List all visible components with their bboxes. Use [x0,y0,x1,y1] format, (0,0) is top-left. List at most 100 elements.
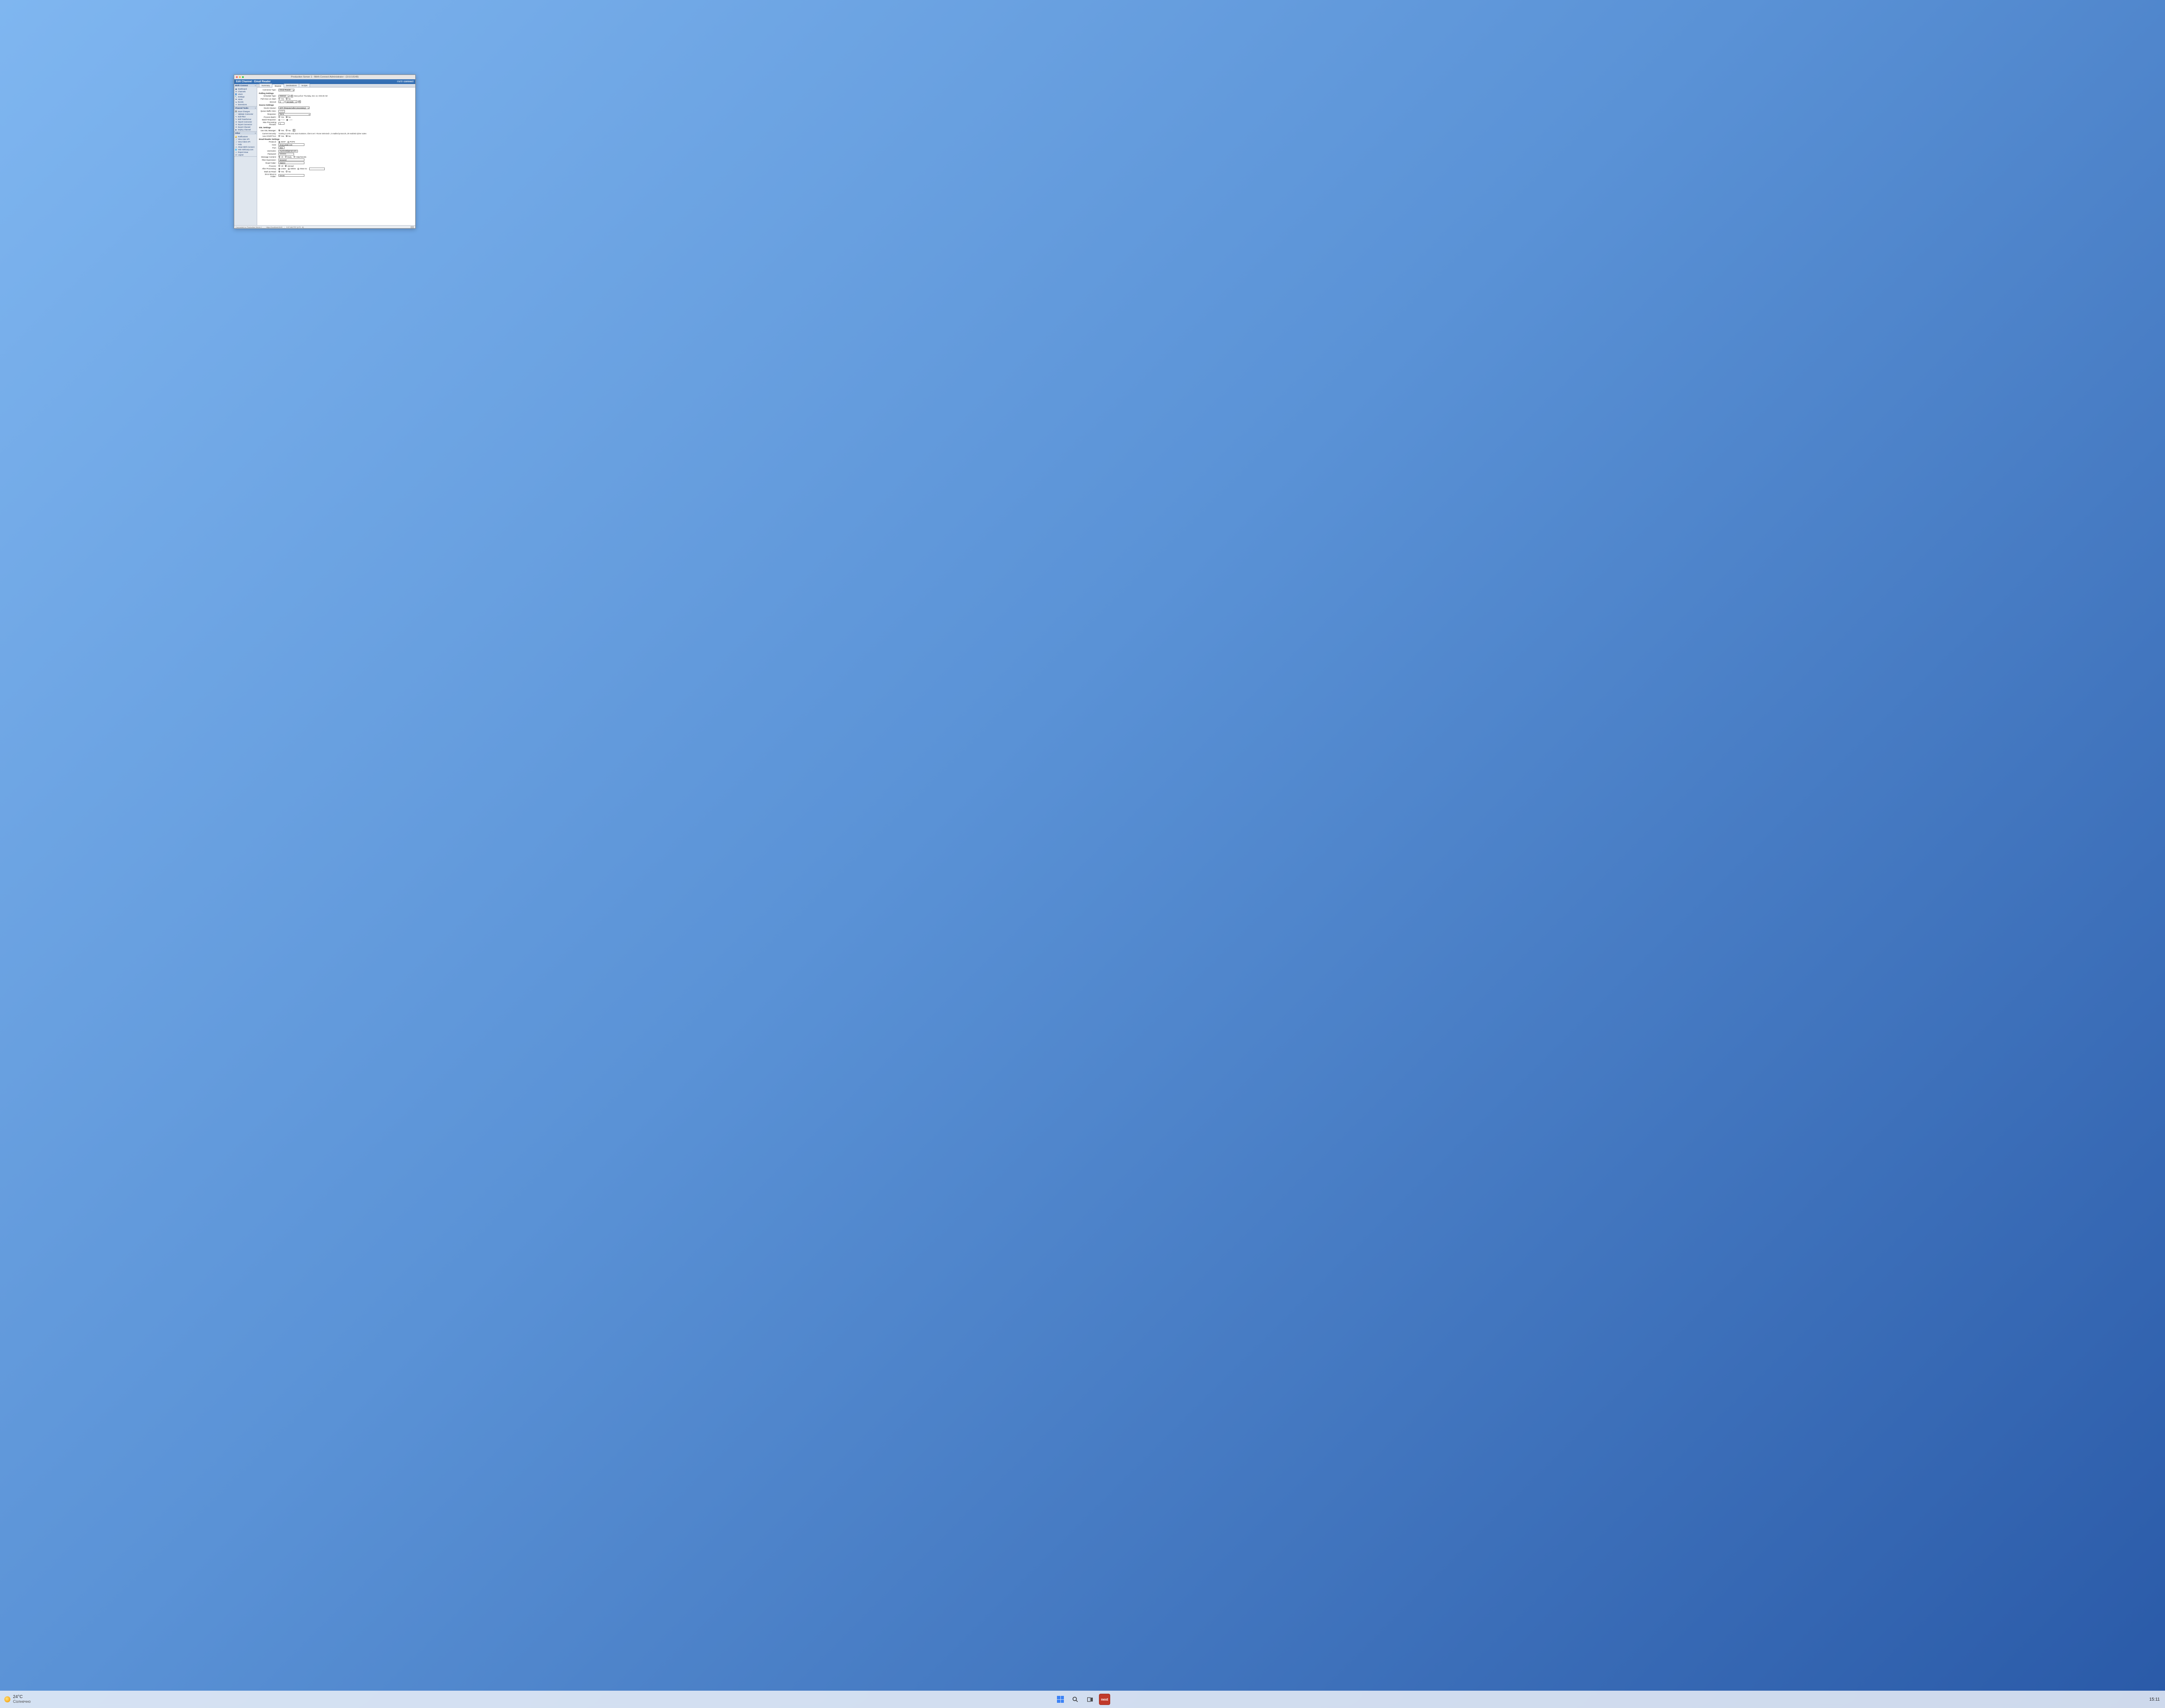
section-heading: SSL Settings [259,126,414,129]
label: Filter Expression: [259,159,277,161]
sidebar-heading: Other [235,132,240,134]
section-heading: Source Settings [259,104,414,107]
deploy-icon: ▶ [235,129,237,131]
content-attach-radio[interactable] [294,156,295,158]
import-icon: ⬇ [235,121,237,123]
tab-source[interactable]: Source [272,84,284,87]
label: Host: [259,144,277,146]
dashboard-icon: ▣ [235,88,237,90]
schedule-type-select[interactable]: Interval [278,95,290,97]
protocol-pop3-radio[interactable] [288,141,289,143]
process-batch-yes-radio[interactable] [278,116,280,118]
collapse-icon[interactable]: « [255,132,256,134]
ssl-manager-yes-radio[interactable] [278,129,280,131]
label: Schedule Type: [259,95,277,97]
events-icon: ≒ [235,101,237,103]
bell-icon: 🔔 [235,136,237,138]
interval-unit-select[interactable]: seconds [285,100,297,103]
label: Current Security: [259,133,277,135]
channels-icon: ☰ [235,91,237,93]
read-folder-input[interactable]: INBOX [278,162,304,164]
search-button[interactable] [1070,1694,1081,1705]
label: After Processing: [259,168,277,170]
poll-once-yes-radio[interactable] [278,98,280,100]
collapse-icon[interactable]: « [255,84,256,87]
sidebar-item-deploy[interactable]: ▶Deploy Channel [234,128,257,131]
starttls-yes-radio[interactable] [278,135,280,137]
users-icon: 👤 [235,93,237,95]
label: Process Batch: [259,116,277,118]
sidebar: Mirth Connect« ▣Dashboard ☰Channels 👤Use… [234,84,257,225]
after-move-radio[interactable] [297,168,299,170]
process-unread-radio[interactable] [285,165,287,167]
taskbar-weather[interactable]: 24°C Солнечно [0,1695,31,1704]
response-select[interactable]: None [278,113,310,116]
mark-read-yes-radio[interactable] [278,171,280,172]
error-folder-input[interactable]: Errors [278,174,304,177]
close-icon[interactable] [236,76,238,78]
sidebar-item-extensions[interactable]: ✦Extensions [234,103,257,106]
label: Protocol: [259,141,277,143]
sidebar-panel-tasks: Channel Tasks« 💾Save Changes ✓Validate C… [234,107,257,132]
ssl-manager-no-radio[interactable] [286,129,288,131]
schedule-config-button[interactable]: ⚙ [291,95,293,97]
brand-logo: mirth connect [397,81,414,83]
export-icon: ⬆ [235,126,237,128]
status-connected: Connected to: Production Server 1 [236,226,262,228]
content-body-radio[interactable] [285,156,287,158]
taskbar-clock[interactable]: 15:11 [2149,1697,2160,1702]
after-leave-radio[interactable] [278,168,280,170]
process-all-radio[interactable] [278,165,280,167]
threads-input[interactable]: 1 [278,122,284,125]
tab-scripts[interactable]: Scripts [299,84,310,87]
next-poll-label: Next poll at: Thursday, Dec 13, 9:06:30 … [294,95,328,97]
status-bar: Connected to: Production Server 1 | http… [234,225,415,228]
status-url: https://localhost:8443 [266,226,282,228]
label: Interval: [259,101,277,103]
interval-input[interactable]: 5 [278,100,284,103]
task-view-button[interactable] [1084,1694,1095,1705]
process-batch-no-radio[interactable] [286,116,288,118]
source-queue-select[interactable]: OFF (Respond after processing) [278,107,310,109]
username-input[interactable]: myemail@gmail.com [278,150,298,152]
label: Read Folder: [259,162,277,164]
globe-icon: 🌐 [235,149,237,151]
label: Use SSL Manager: [259,129,277,132]
window-titlebar: Production Server 1 - Mirth Connect Admi… [234,75,415,79]
sidebar-panel-mirth: Mirth Connect« ▣Dashboard ☰Channels 👤Use… [234,84,257,107]
tab-summary[interactable]: Summary [259,84,272,87]
label: Password: [259,153,277,155]
port-input[interactable]: 993 [278,146,284,149]
after-delete-radio[interactable] [288,168,290,170]
queue-buffer-input: 1000 [278,110,285,113]
api-icon: ∫ [235,138,237,140]
export-icon: ⬆ [235,123,237,126]
advanced-button[interactable]: ⚙ [298,100,301,103]
password-input[interactable]: •••••••••• [278,153,294,155]
sidebar-item-logout[interactable]: ⏻Logout [234,153,257,156]
taskbar-app-next[interactable]: next [1099,1694,1110,1705]
connector-type-select[interactable]: Email Reader [278,89,294,91]
host-input[interactable]: imap.gmail.com [278,143,304,146]
poll-once-no-radio[interactable] [286,98,288,100]
window-controls [234,76,244,78]
minimize-icon[interactable] [239,76,241,78]
collapse-icon[interactable]: « [255,107,256,109]
logout-icon: ⏻ [235,154,237,156]
ssl-config-button[interactable]: ⚙ [293,129,295,132]
batch-last-radio [286,119,288,121]
section-heading: Email Reader Settings [259,137,414,140]
tab-destinations[interactable]: Destinations [284,84,300,87]
save-icon: 💾 [235,110,237,113]
filter-input[interactable]: keyword [278,159,304,161]
content-all-radio[interactable] [278,156,280,158]
start-button[interactable] [1055,1694,1066,1705]
protocol-imap-radio[interactable] [278,141,280,143]
mark-read-no-radio[interactable] [286,171,288,172]
maximize-icon[interactable] [242,76,244,78]
sidebar-item-about[interactable]: ℹAbout Mirth Connect [234,146,257,148]
label: Message Content: [259,156,277,158]
starttls-no-radio[interactable] [286,135,288,137]
sidebar-heading: Channel Tasks [235,107,249,109]
resize-grip[interactable] [410,226,414,228]
